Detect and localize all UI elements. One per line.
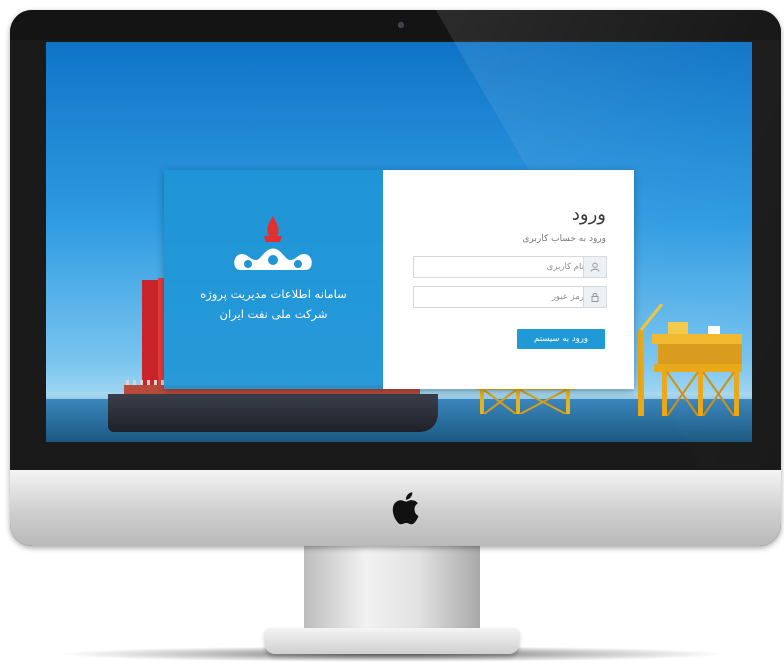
ship-hull (108, 394, 438, 432)
nioc-logo-icon (234, 216, 312, 270)
username-input[interactable] (414, 257, 590, 277)
oil-platform (638, 304, 742, 416)
login-subtitle: ورود به حساب کاربری (522, 234, 606, 244)
camera-dot (398, 22, 404, 28)
login-title: ورود (571, 204, 606, 225)
user-icon (590, 262, 600, 272)
lock-icon (591, 293, 599, 302)
password-input[interactable] (414, 287, 590, 307)
apple-logo-icon (392, 492, 419, 525)
brand-company: شرکت ملی نفت ایران (219, 307, 328, 321)
login-card: سامانه اطلاعات مدیریت پروژه شرکت ملی نفت… (164, 170, 634, 389)
password-icon-box (583, 287, 606, 307)
brand-title: سامانه اطلاعات مدیریت پروژه (200, 287, 347, 301)
monitor-stand-base (265, 628, 519, 654)
password-field (413, 286, 607, 308)
monitor-stand (304, 546, 480, 632)
brand-panel: سامانه اطلاعات مدیریت پروژه شرکت ملی نفت… (164, 170, 383, 389)
monitor-bezel (10, 10, 781, 40)
username-field (413, 256, 607, 278)
login-submit-button[interactable]: ورود به سیستم (517, 329, 605, 349)
login-form: ورود ورود به حساب کاربری نام کاربری ورود… (383, 170, 634, 389)
screen: سامانه اطلاعات مدیریت پروژه شرکت ملی نفت… (46, 42, 752, 442)
username-icon-box (583, 257, 606, 277)
